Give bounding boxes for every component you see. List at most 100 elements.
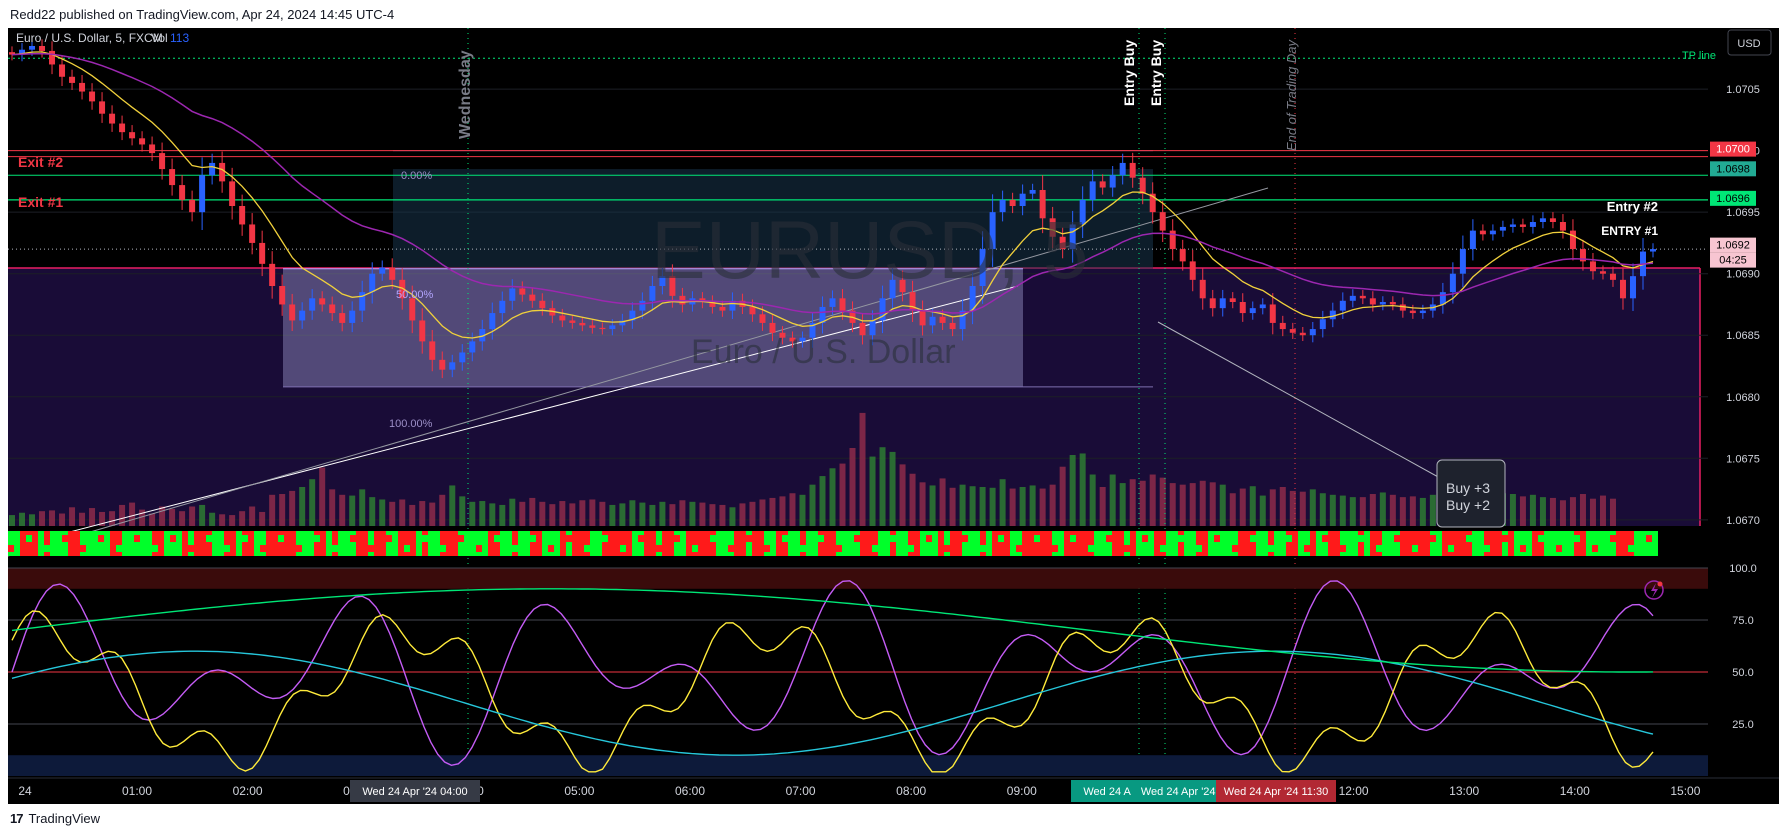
- signal-cell: [338, 531, 344, 556]
- signal-cell-inner: [944, 545, 950, 552]
- signal-cell: [260, 531, 266, 556]
- signal-cell: [368, 531, 374, 556]
- currency-button-label[interactable]: USD: [1737, 38, 1760, 50]
- volume-bar: [1429, 494, 1436, 526]
- signal-cell: [1136, 531, 1142, 556]
- signal-cell-inner: [872, 545, 878, 552]
- signal-cell-inner: [1304, 545, 1310, 552]
- signal-cell: [890, 531, 896, 556]
- signal-cell: [272, 531, 278, 556]
- signal-cell: [578, 531, 584, 556]
- signal-cell: [422, 531, 428, 556]
- chart-frame[interactable]: 1.0705 1.0700 1.0695 1.0690 1.0685 1.0680 1.06…: [7, 28, 1779, 804]
- signal-cell: [1490, 531, 1496, 556]
- signal-cell: [938, 531, 944, 556]
- signal-cell: [848, 531, 854, 556]
- volume-bar: [219, 514, 226, 526]
- tradingview-logo-icon[interactable]: 17: [10, 811, 24, 826]
- volume-bar: [259, 511, 266, 526]
- candle: [179, 185, 186, 200]
- signal-cell-inner: [764, 545, 770, 552]
- volume-bar: [1109, 474, 1116, 526]
- signal-cell: [1190, 531, 1196, 556]
- signal-cell: [1394, 531, 1400, 556]
- fib-label-0: 0.00%: [401, 170, 432, 182]
- signal-cell-inner: [494, 535, 500, 542]
- signal-cell: [644, 531, 650, 556]
- osc-tick-label: 100.0: [1729, 563, 1757, 575]
- volume-bar: [39, 511, 46, 526]
- candle: [919, 310, 926, 326]
- price-tick-label: 1.0675: [1726, 453, 1760, 465]
- signal-cell-inner: [800, 545, 806, 552]
- signal-cell: [224, 531, 230, 556]
- signal-cell: [1184, 531, 1190, 556]
- signal-cell: [1058, 531, 1064, 556]
- candle: [1519, 224, 1526, 227]
- signal-cell-inner: [386, 535, 392, 542]
- signal-cell: [866, 531, 872, 556]
- candle: [1509, 224, 1516, 227]
- signal-cell-inner: [1340, 545, 1346, 552]
- label-end-of-day: End of Trading Day: [1284, 38, 1299, 151]
- signal-cell: [116, 531, 122, 556]
- signal-cell-inner: [1124, 545, 1130, 552]
- signal-cell: [284, 531, 290, 556]
- candle: [539, 300, 546, 309]
- volume-bar: [899, 464, 906, 526]
- signal-cell: [1376, 531, 1382, 556]
- candle: [29, 46, 36, 50]
- signal-cell: [1148, 531, 1154, 556]
- candle: [929, 316, 936, 326]
- signal-cell: [1502, 531, 1508, 556]
- signal-cell: [710, 531, 716, 556]
- volume-bar: [399, 499, 406, 526]
- chart-svg[interactable]: 1.0705 1.0700 1.0695 1.0690 1.0685 1.0680 1.06…: [7, 28, 1779, 804]
- signal-cell: [638, 531, 644, 556]
- signal-cell: [494, 531, 500, 556]
- signal-cell: [32, 531, 38, 556]
- volume-bar: [549, 504, 556, 526]
- volume-bar: [749, 501, 756, 526]
- signal-cell: [632, 531, 638, 556]
- signal-cell: [758, 531, 764, 556]
- signal-cell: [1208, 531, 1214, 556]
- time-tick-label: 05:00: [564, 784, 594, 798]
- candle: [199, 175, 206, 213]
- volume-bar: [229, 515, 236, 526]
- signal-cell: [308, 531, 314, 556]
- signal-cell: [254, 531, 260, 556]
- signal-cell-inner: [26, 535, 32, 542]
- signal-cell: [1244, 531, 1250, 556]
- volume-bar: [49, 510, 56, 526]
- signal-cell: [1250, 531, 1256, 556]
- signal-cell: [818, 531, 824, 556]
- candle: [339, 313, 346, 323]
- signal-cell: [950, 531, 956, 556]
- volume-bar: [1149, 474, 1156, 526]
- candle: [749, 306, 756, 315]
- volume-bar: [349, 495, 356, 526]
- signal-cell: [500, 531, 506, 556]
- signal-cell: [404, 531, 410, 556]
- signal-cell: [1064, 531, 1070, 556]
- volume-bar: [869, 456, 876, 526]
- signal-cell-inner: [782, 535, 788, 542]
- signal-cell: [560, 531, 566, 556]
- signal-cell: [1526, 531, 1532, 556]
- signal-cell-inner: [818, 535, 824, 542]
- candle: [429, 341, 436, 360]
- signal-cell: [392, 531, 398, 556]
- signal-cell-inner: [242, 535, 248, 542]
- signal-cell: [1592, 531, 1598, 556]
- footer-brand[interactable]: TradingView: [28, 811, 100, 826]
- signal-cell: [1334, 531, 1340, 556]
- signal-cell: [1052, 531, 1058, 556]
- signal-cell: [476, 531, 482, 556]
- signal-cell-inner: [1376, 545, 1382, 552]
- volume-bar: [1059, 466, 1066, 526]
- volume-bar: [969, 486, 976, 526]
- candle: [379, 267, 386, 274]
- candle: [99, 101, 106, 114]
- candle: [1199, 279, 1206, 299]
